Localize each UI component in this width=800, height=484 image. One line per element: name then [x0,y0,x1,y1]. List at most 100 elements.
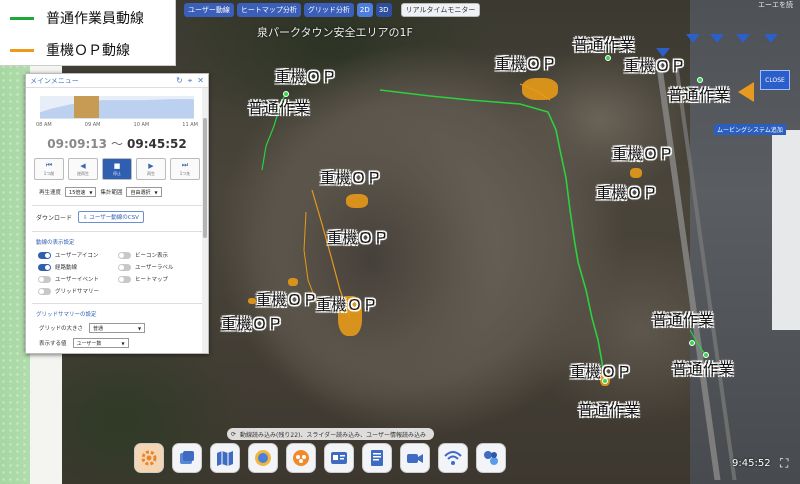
fullscreen-icon[interactable]: ⛶ [780,456,794,470]
pin-icon[interactable]: ⌖ [188,76,193,86]
divider [32,303,202,304]
map-dock-button[interactable] [210,443,240,473]
bottom-dock [134,443,506,473]
user-trail-button[interactable]: ユーザー動線 [184,3,234,17]
menu-scrollbar[interactable] [202,88,208,353]
display-toggles: ユーザーアイコン ビーコン表示 経路動線 ユーザーラベル ユーザーイベント ヒー… [38,251,208,295]
refresh-icon[interactable]: ↻ [176,76,183,86]
user-label[interactable]: 重機ＯＰ [221,313,283,334]
realtime-monitor-button[interactable]: リアルタイムモニター [400,3,481,17]
toggle-heatmap[interactable]: ヒートマップ [118,275,198,283]
network-dock-button[interactable] [476,443,506,473]
building-marker-icon[interactable] [736,34,750,43]
user-label[interactable]: 重機ＯＰ [327,227,389,248]
time-axis: 08 AM 09 AM 10 AM 11 AM [36,122,198,128]
download-label: ダウンロード [36,214,73,222]
window-dock-button[interactable] [172,443,202,473]
user-label[interactable]: 普通作業 [248,97,310,118]
machine-cluster [346,194,368,208]
user-label[interactable]: 重機ＯＰ [316,294,378,315]
display-target-select[interactable]: ユーザー数 ▼ [72,338,129,348]
toggle-grid-summary[interactable]: グリッドサマリー [38,287,118,295]
legend-swatch [10,48,34,52]
id-card-dock-button[interactable] [324,443,354,473]
menu-title: メインメニュー [30,76,79,85]
toggle-beacon[interactable]: ビーコン表示 [118,251,198,259]
info-tag[interactable]: ムービングシステム追加 [714,124,786,135]
worker-marker[interactable] [605,55,611,61]
csv-download-button[interactable]: ⇩ ユーザー動線のCSV [78,211,144,223]
loading-icon: ⟳ [231,430,237,438]
range-label: 集計範囲 [100,190,123,196]
toggle-label: ユーザーラベル [135,265,174,271]
prev-button[interactable]: ⏮ 1つ前 [34,158,64,180]
grid-analysis-button[interactable]: グリッド分析 [303,3,354,17]
user-label[interactable]: 重機ＯＰ [256,289,318,310]
user-label[interactable]: 普通作業 [652,309,714,330]
legend: 普通作業員動線 重機ＯＰ動線 [0,0,176,66]
prev-label: 1つ前 [43,171,55,176]
report-icon [371,450,383,466]
stop-button[interactable]: ■ 停止 [102,158,132,180]
time-slider[interactable] [40,96,194,119]
time-end: 09:45:52 [127,137,187,151]
toggle-user-label[interactable]: ユーザーラベル [118,263,198,271]
user-label[interactable]: 重機ＯＰ [495,53,557,74]
playback-controls: ⏮ 1つ前 ◀ 逆再生 ■ 停止 ▶ 再生 ⏭ 1つ先 [26,158,208,180]
close-button[interactable]: CLOSE [760,70,790,90]
user-label[interactable]: 普通作業 [672,358,734,379]
layers-dock-button[interactable] [248,443,278,473]
next-label: 1つ先 [179,171,191,176]
wifi-dock-button[interactable] [438,443,468,473]
user-label[interactable]: 重機ＯＰ [320,167,382,188]
layers-icon [255,450,271,466]
user-label[interactable]: 重機ＯＰ [570,361,632,382]
heatmap-button[interactable]: ヒートマップ分析 [236,3,301,17]
video-dock-button[interactable] [400,443,430,473]
chevron-down-icon: ▼ [137,325,142,331]
legend-item-worker: 普通作業員動線 [0,4,175,32]
user-label[interactable]: 重機ＯＰ [596,182,658,203]
map-title: 泉パークタウン安全エリアの1F [257,26,413,39]
report-dock-button[interactable] [362,443,392,473]
toggle-label: 経路動線 [55,265,78,271]
user-label[interactable]: 重機ＯＰ [624,55,686,76]
toggle-user-event[interactable]: ユーザーイベント [38,275,118,283]
toggle-route[interactable]: 経路動線 [38,263,118,271]
user-label[interactable]: 普通作業 [573,34,635,55]
close-icon[interactable]: ✕ [197,76,204,86]
users-dock-button[interactable] [286,443,316,473]
stop-icon: ■ [113,161,121,170]
building-marker-icon[interactable] [686,34,700,43]
building-marker-icon[interactable] [764,34,778,43]
grid-size-select[interactable]: 普通 ▼ [89,323,146,333]
reverse-button[interactable]: ◀ 逆再生 [68,158,98,180]
machine-cluster [248,298,256,304]
worker-marker[interactable] [689,340,695,346]
speed-value: 15倍速 [69,189,86,196]
range-select[interactable]: 自由選択 ▼ [126,187,162,197]
speed-select[interactable]: 15倍速 ▼ [65,187,97,197]
mode-2d-button[interactable]: 2D [356,3,373,17]
toggle-user-icon[interactable]: ユーザーアイコン [38,251,118,259]
building-marker-icon[interactable] [710,34,724,43]
divider [32,231,202,232]
settings-dock-button[interactable] [134,443,164,473]
worker-marker[interactable] [697,77,703,83]
legend-item-machine: 重機ＯＰ動線 [0,36,175,64]
user-label[interactable]: 重機ＯＰ [612,143,674,164]
reverse-label: 逆再生 [77,170,89,176]
play-button[interactable]: ▶ 再生 [136,158,166,180]
user-label[interactable]: 普通作業 [668,84,730,105]
user-label[interactable]: 重機ＯＰ [275,66,337,87]
mode-3d-button[interactable]: 3D [375,3,392,17]
user-label[interactable]: 普通作業 [578,399,640,420]
clock: 9:45:52 [732,458,771,469]
time-tick: 11 AM [182,122,198,128]
map-icon [217,451,233,466]
display-settings-title: 動線の表示設定 [36,240,75,246]
next-button[interactable]: ⏭ 1つ先 [170,158,200,180]
time-slider-selection[interactable] [74,96,99,118]
building-marker-icon[interactable] [656,48,670,57]
grid-size-label: グリッドの大きさ [39,326,84,332]
